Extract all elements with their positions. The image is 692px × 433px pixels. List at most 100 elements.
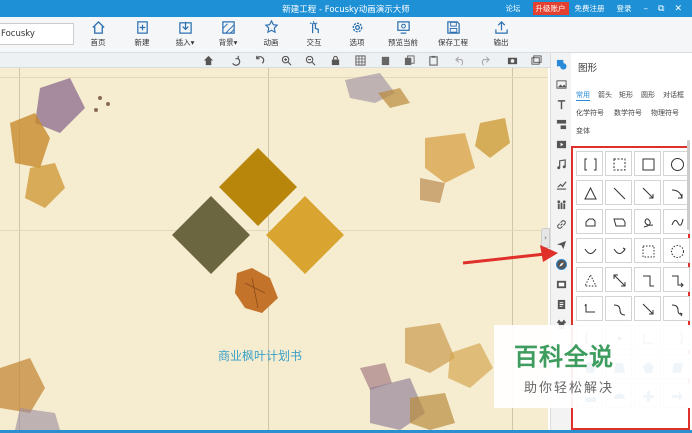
- login-link[interactable]: 登录: [617, 3, 632, 14]
- rotate-right-icon[interactable]: [254, 55, 265, 66]
- slide-canvas[interactable]: 商业枫叶计划书: [0, 68, 548, 430]
- watermark-title: 百科全说: [514, 343, 614, 371]
- s-curve-shape[interactable]: [605, 296, 632, 321]
- background-icon: [221, 20, 236, 35]
- dashed-rect-shape[interactable]: [605, 151, 632, 176]
- rotate-left-icon[interactable]: [230, 55, 241, 66]
- diagonal-arrow-shape[interactable]: [634, 296, 661, 321]
- upgrade-account-button[interactable]: 升级账户: [532, 2, 569, 15]
- music-tool-icon[interactable]: [556, 159, 567, 170]
- compass-tool-icon[interactable]: [556, 259, 567, 270]
- link-tool-icon[interactable]: [556, 219, 567, 230]
- bracket-shape[interactable]: [576, 151, 603, 176]
- zoom-in-icon[interactable]: [281, 55, 292, 66]
- chart-tool-icon[interactable]: [556, 179, 567, 190]
- plane-tool-icon[interactable]: [556, 239, 567, 250]
- paste-icon[interactable]: [428, 55, 439, 66]
- callout-shape[interactable]: [605, 209, 632, 234]
- diamond-shape[interactable]: [219, 148, 297, 226]
- curve-arrow-shape[interactable]: [663, 180, 690, 205]
- double-arrow-shape[interactable]: [605, 267, 632, 292]
- tab-chemistry[interactable]: 化学符号: [576, 108, 604, 118]
- register-link[interactable]: 免费注册: [575, 3, 605, 14]
- animation-button[interactable]: 动画: [251, 19, 291, 48]
- video-tool-icon[interactable]: [556, 139, 567, 150]
- arc-shape[interactable]: [576, 238, 603, 263]
- dashed-circle-shape[interactable]: [663, 238, 690, 263]
- tab-dialog[interactable]: 对话框: [663, 90, 684, 100]
- home-button[interactable]: 首页: [78, 20, 118, 48]
- forum-link[interactable]: 论坛: [506, 3, 521, 14]
- lock-icon[interactable]: [330, 55, 341, 66]
- s-arrow-shape[interactable]: [663, 296, 690, 321]
- interaction-button[interactable]: 交互: [294, 20, 334, 48]
- animation-icon: [264, 19, 279, 35]
- home-view-icon[interactable]: [203, 55, 214, 66]
- tab-arrows[interactable]: 箭头: [598, 90, 612, 100]
- canvas-artwork: [0, 73, 510, 430]
- canvas-subtoolbar: [0, 53, 550, 68]
- undo-icon[interactable]: [455, 55, 466, 66]
- circle-shape[interactable]: [663, 151, 690, 176]
- slide-tool-icon[interactable]: [556, 279, 567, 290]
- image-tool-icon[interactable]: [556, 79, 567, 90]
- diamond-shape[interactable]: [172, 196, 250, 274]
- arrow-line-shape[interactable]: [634, 180, 661, 205]
- minimize-button[interactable]: –: [644, 4, 649, 14]
- new-button[interactable]: 新建: [122, 20, 162, 48]
- arc-arrow-shape[interactable]: [605, 238, 632, 263]
- background-button[interactable]: 背景▾: [208, 20, 248, 48]
- title-bar: 新建工程 - Focusky动画演示大师 论坛 升级账户 免费注册 登录 – ⧉…: [0, 0, 692, 17]
- redo-icon[interactable]: [479, 55, 490, 66]
- dashed-square-shape[interactable]: [634, 238, 661, 263]
- shape-tool-icon[interactable]: [556, 59, 567, 70]
- panel-scrollbar[interactable]: [687, 140, 690, 230]
- slide-title-text[interactable]: 商业枫叶计划书: [198, 347, 322, 364]
- gear-icon: [350, 20, 365, 35]
- line-shape[interactable]: [605, 180, 632, 205]
- options-button[interactable]: 选项: [337, 20, 377, 48]
- copy-icon[interactable]: [404, 55, 415, 66]
- maximize-button[interactable]: ⧉: [658, 4, 664, 14]
- grid-icon[interactable]: [355, 55, 366, 66]
- zoom-out-icon[interactable]: [305, 55, 316, 66]
- character-tool-icon[interactable]: [556, 199, 567, 210]
- maple-leaves-decoration: [0, 73, 510, 430]
- tab-math[interactable]: 数学符号: [614, 108, 642, 118]
- close-button[interactable]: ✕: [674, 4, 682, 14]
- loop-shape[interactable]: [634, 209, 661, 234]
- insert-button[interactable]: 插入▾: [165, 20, 205, 48]
- connector-shape[interactable]: [576, 296, 603, 321]
- new-file-icon: [135, 20, 150, 35]
- flowchart-tool-icon[interactable]: [556, 119, 567, 130]
- tab-physics[interactable]: 物理符号: [651, 108, 679, 118]
- panel-title: 图形: [578, 63, 598, 74]
- template-tool-icon[interactable]: [556, 299, 567, 310]
- home-icon: [91, 20, 106, 35]
- save-project-button[interactable]: 保存工程: [430, 20, 476, 48]
- dashed-triangle-shape[interactable]: [576, 267, 603, 292]
- main-toolbar: Focusky 首页 新建 插入▾ 背景▾ 动画 交互 选项 预览当前 保存工程…: [0, 17, 692, 53]
- elbow-line-shape[interactable]: [634, 267, 661, 292]
- tab-variants[interactable]: 变体: [576, 126, 590, 136]
- tab-common[interactable]: 常用: [576, 90, 590, 101]
- collapse-panel-button[interactable]: ›: [541, 228, 550, 248]
- camera-icon[interactable]: [507, 55, 518, 66]
- interaction-icon: [307, 20, 322, 35]
- tab-rectangle[interactable]: 矩形: [619, 90, 633, 100]
- watermark: 百科全说 助你轻松解决: [494, 325, 692, 408]
- elbow-arrow-shape[interactable]: [663, 267, 690, 292]
- tab-circle[interactable]: 圆形: [641, 90, 655, 100]
- text-tool-icon[interactable]: [556, 99, 567, 110]
- wave-arrow-shape[interactable]: [663, 209, 690, 234]
- triangle-shape[interactable]: [576, 180, 603, 205]
- preview-current-button[interactable]: 预览当前: [380, 20, 426, 48]
- window-toggle-icon[interactable]: [531, 55, 542, 66]
- cloud-shape[interactable]: [576, 209, 603, 234]
- rectangle-shape[interactable]: [634, 151, 661, 176]
- project-name-field[interactable]: Focusky: [0, 23, 74, 45]
- export-button[interactable]: 输出: [481, 20, 521, 48]
- watermark-subtitle: 助你轻松解决: [524, 381, 615, 396]
- layer-down-icon[interactable]: [380, 55, 391, 66]
- diamond-shape[interactable]: [266, 196, 344, 274]
